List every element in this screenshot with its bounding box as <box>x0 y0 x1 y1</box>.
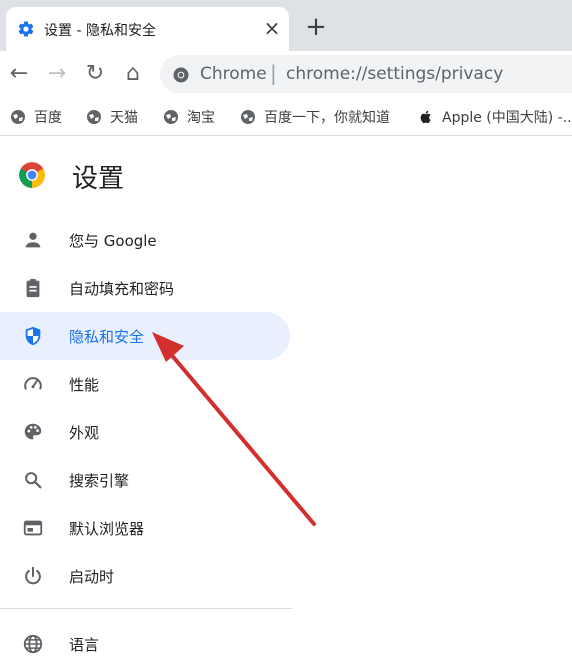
bookmark-label: 天猫 <box>110 110 138 126</box>
browser-icon <box>23 520 43 536</box>
globe-icon <box>241 110 255 124</box>
home-button[interactable]: ⌂ <box>120 61 146 87</box>
settings-header: 设置 <box>0 136 572 212</box>
chrome-logo-icon <box>19 162 45 188</box>
globe-icon <box>87 110 101 124</box>
sidebar-item-label: 隐私和安全 <box>69 328 145 346</box>
speedometer-icon <box>24 377 42 390</box>
new-tab-button[interactable]: + <box>305 14 327 40</box>
sidebar-item-label: 语言 <box>69 636 100 654</box>
gear-icon <box>18 21 34 37</box>
tab-settings-privacy[interactable]: 设置 - 隐私和安全 × <box>6 7 289 51</box>
bookmark-apple[interactable]: Apple (中国大陆) -... <box>418 107 572 127</box>
close-icon[interactable]: × <box>262 18 282 38</box>
sidebar-item-performance[interactable]: 性能 <box>0 360 290 408</box>
sidebar-divider <box>0 608 292 609</box>
sidebar-item-label: 搜索引擎 <box>69 472 130 490</box>
palette-icon <box>24 423 42 440</box>
tab-strip: 设置 - 隐私和安全 × + <box>0 0 572 51</box>
reload-button[interactable]: ↻ <box>82 61 108 87</box>
sidebar-item-label: 性能 <box>69 376 100 394</box>
clipboard-icon <box>26 278 40 298</box>
sidebar-item-label: 自动填充和密码 <box>69 280 175 298</box>
sidebar-item-label: 您与 Google <box>69 232 157 250</box>
globe-icon <box>11 110 25 124</box>
sidebar-item-you-and-google[interactable]: 您与 Google <box>0 216 290 264</box>
toolbar: ← → ↻ ⌂ Chrome | chrome://settings/priva… <box>0 51 572 97</box>
sidebar-item-label: 外观 <box>69 424 100 442</box>
sidebar-item-on-startup[interactable]: 启动时 <box>0 552 290 600</box>
globe-icon <box>164 110 178 124</box>
sidebar-item-default-browser[interactable]: 默认浏览器 <box>0 504 290 552</box>
chrome-site-icon <box>173 67 189 83</box>
sidebar-item-autofill[interactable]: 自动填充和密码 <box>0 264 290 312</box>
url-text[interactable]: chrome://settings/privacy <box>286 64 503 84</box>
bookmark-label: Apple (中国大陆) -... <box>442 110 572 126</box>
sidebar-item-appearance[interactable]: 外观 <box>0 408 290 456</box>
apple-icon <box>420 110 431 124</box>
bookmark-taobao[interactable]: 淘宝 <box>163 107 215 127</box>
sidebar-item-label: 启动时 <box>69 568 115 586</box>
bookmark-label: 淘宝 <box>187 110 215 126</box>
forward-button[interactable]: → <box>44 61 70 87</box>
address-bar[interactable]: Chrome | chrome://settings/privacy <box>160 55 572 93</box>
bookmark-baidu-search[interactable]: 百度一下，你就知道 <box>240 107 390 127</box>
site-label: Chrome <box>200 64 267 84</box>
bookmark-baidu[interactable]: 百度 <box>10 107 62 127</box>
omnibox-separator: | <box>270 61 277 85</box>
shield-icon <box>25 326 41 346</box>
sidebar-item-label: 默认浏览器 <box>69 520 145 538</box>
tab-title: 设置 - 隐私和安全 <box>44 23 156 39</box>
bookmarks-bar: 百度 天猫 淘宝 百度一下，你就知道 Apple (中国大陆) -... <box>0 97 572 136</box>
sidebar-item-privacy[interactable]: 隐私和安全 <box>0 312 290 360</box>
power-icon <box>25 566 41 585</box>
person-icon <box>25 232 41 248</box>
bookmark-label: 百度 <box>34 110 62 126</box>
page-title: 设置 <box>72 164 125 194</box>
back-button[interactable]: ← <box>6 61 32 87</box>
globe-icon <box>23 634 43 654</box>
bookmark-tmall[interactable]: 天猫 <box>86 107 138 127</box>
sidebar-item-search-engine[interactable]: 搜索引擎 <box>0 456 290 504</box>
search-icon <box>25 472 42 489</box>
bookmark-label: 百度一下，你就知道 <box>264 110 390 126</box>
